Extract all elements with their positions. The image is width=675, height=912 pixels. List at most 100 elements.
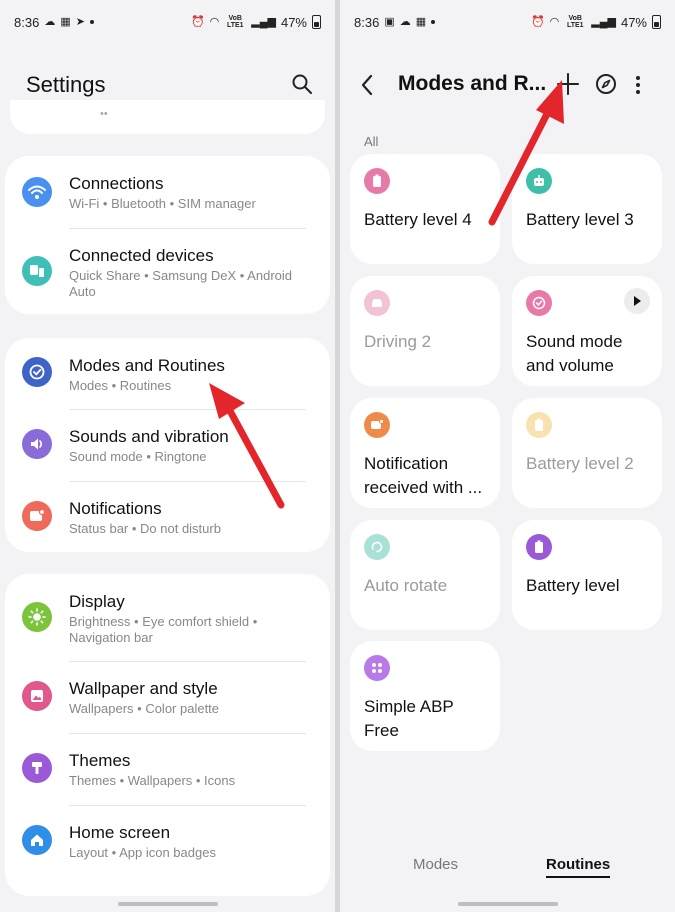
settings-item-subtitle: Status bar • Do not disturb xyxy=(69,521,221,536)
tab-routines[interactable]: Routines xyxy=(546,856,611,878)
section-label: All xyxy=(364,134,379,149)
settings-item-subtitle: Themes • Wallpapers • Icons xyxy=(69,773,236,788)
brush-icon xyxy=(22,753,52,783)
routine-tile-label: Notification received with ... xyxy=(364,454,483,497)
settings-item-title: Home screen xyxy=(69,823,171,842)
status-time: 8:36 xyxy=(354,14,380,30)
routine-tile-simple-abp-free[interactable]: Simple ABP Free xyxy=(350,641,500,751)
settings-item-title: Wallpaper and style xyxy=(69,679,218,698)
settings-item-subtitle: Sound mode • Ringtone xyxy=(69,449,207,464)
battery-percent: 47% xyxy=(280,14,307,30)
battery-percent: 47% xyxy=(620,14,647,30)
play-icon xyxy=(634,296,641,306)
settings-item-title: Modes and Routines xyxy=(69,356,225,375)
navigation-handle[interactable] xyxy=(117,902,218,906)
routine-tile-label: Driving 2 xyxy=(364,332,432,351)
battery-status-icon xyxy=(652,15,661,29)
routine-tile-sound-mode-and-volume[interactable]: Sound mode and volume xyxy=(512,276,662,386)
settings-item-display[interactable]: Display Brightness • Eye comfort shield … xyxy=(5,574,330,661)
tab-modes[interactable]: Modes xyxy=(413,856,458,873)
settings-item-sounds-and-vibration[interactable]: Sounds and vibration Sound mode • Ringto… xyxy=(5,409,330,481)
routine-tile-label: Auto rotate xyxy=(364,576,448,595)
routine-tile-label: Simple ABP Free xyxy=(364,697,454,740)
settings-item-notifications[interactable]: Notifications Status bar • Do not distur… xyxy=(5,481,330,553)
check-circle-icon xyxy=(22,357,52,387)
notification-icon xyxy=(22,501,52,531)
settings-item-title: Sounds and vibration xyxy=(69,427,229,446)
routine-tile-label: Sound mode and volume xyxy=(526,332,623,375)
page-title: Modes and R... xyxy=(398,72,547,95)
settings-item-title: Connected devices xyxy=(69,246,214,265)
routine-tile-notification-received[interactable]: Notification received with ... xyxy=(350,398,500,508)
alarm-icon: ⏰ xyxy=(190,15,205,28)
routine-tile-battery-level-3[interactable]: Battery level 3 xyxy=(512,154,662,264)
routine-tile-label: Battery level xyxy=(526,576,620,595)
signal-icon: ▂▄▆ xyxy=(591,15,616,28)
navigation-handle[interactable] xyxy=(457,902,558,906)
more-dot-icon xyxy=(636,90,640,94)
settings-group-connections: Connections Wi-Fi • Bluetooth • SIM mana… xyxy=(5,156,330,314)
modes-and-routines-screen: 8:36 ▣ ☁ ▦ ⏰ ◠ VoB LTE1 ▂▄▆ 47% Modes an… xyxy=(340,0,675,912)
sun-icon xyxy=(22,602,52,632)
previous-settings-card: •• xyxy=(10,100,325,134)
speaker-icon xyxy=(22,429,52,459)
page-title: Settings xyxy=(26,72,106,97)
settings-item-subtitle: Wallpapers • Color palette xyxy=(69,701,220,716)
network-label: VoB LTE1 xyxy=(226,15,244,29)
settings-group-display: Display Brightness • Eye comfort shield … xyxy=(5,574,330,896)
robot-icon xyxy=(526,168,552,194)
routine-tile-battery-level-4[interactable]: Battery level 4 xyxy=(350,154,500,264)
status-time: 8:36 xyxy=(14,14,40,30)
gallery-icon: ▣ xyxy=(384,15,395,28)
search-button[interactable] xyxy=(289,71,315,97)
image-icon xyxy=(22,681,52,711)
wifi-signal-icon: ◠ xyxy=(549,15,560,28)
routine-tile-auto-rotate[interactable]: Auto rotate xyxy=(350,520,500,630)
settings-item-modes-and-routines[interactable]: Modes and Routines Modes • Routines xyxy=(5,338,330,410)
settings-item-title: Notifications xyxy=(69,499,162,518)
alarm-icon: ⏰ xyxy=(530,15,545,28)
grid-icon xyxy=(364,655,390,681)
more-options-button[interactable] xyxy=(631,72,645,98)
cloud-icon: ☁ xyxy=(44,15,56,28)
calendar-icon: ▦ xyxy=(415,15,427,28)
plus-icon xyxy=(557,73,579,95)
car-icon xyxy=(364,290,390,316)
add-routine-button[interactable] xyxy=(555,71,581,97)
routine-tile-label: Battery level 4 xyxy=(364,210,472,229)
run-routine-button[interactable] xyxy=(624,288,650,314)
settings-item-subtitle: Brightness • Eye comfort shield • Naviga… xyxy=(69,614,258,645)
back-button[interactable] xyxy=(360,72,382,98)
settings-item-connections[interactable]: Connections Wi-Fi • Bluetooth • SIM mana… xyxy=(5,156,330,228)
telegram-icon: ➤ xyxy=(75,15,85,28)
home-icon xyxy=(22,825,52,855)
compass-icon xyxy=(596,74,616,94)
wifi-signal-icon: ◠ xyxy=(209,15,220,28)
settings-group-modes: Modes and Routines Modes • Routines Soun… xyxy=(5,338,330,552)
routine-tile-label: Battery level 2 xyxy=(526,454,634,473)
battery-icon xyxy=(364,168,390,194)
routine-tile-driving-2[interactable]: Driving 2 xyxy=(350,276,500,386)
battery-status-icon xyxy=(312,15,321,29)
network-label: VoB LTE1 xyxy=(566,15,584,29)
message-icon xyxy=(364,412,390,438)
settings-item-connected-devices[interactable]: Connected devices Quick Share • Samsung … xyxy=(5,228,330,314)
devices-icon xyxy=(22,256,52,286)
settings-item-title: Themes xyxy=(69,751,131,770)
settings-item-subtitle: Layout • App icon badges xyxy=(69,845,216,860)
rotate-icon xyxy=(364,534,390,560)
search-icon xyxy=(292,74,312,94)
calendar-icon: ▦ xyxy=(60,15,71,28)
routine-tile-battery-level[interactable]: Battery level xyxy=(512,520,662,630)
battery-icon xyxy=(526,534,552,560)
more-dot-icon xyxy=(636,76,640,80)
settings-item-wallpaper-and-style[interactable]: Wallpaper and style Wallpapers • Color p… xyxy=(5,661,330,733)
settings-item-home-screen[interactable]: Home screen Layout • App icon badges xyxy=(5,805,330,877)
settings-item-themes[interactable]: Themes Themes • Wallpapers • Icons xyxy=(5,733,330,805)
settings-screen: 8:36 ☁ ▦ ➤ ⏰ ◠ VoB LTE1 ▂▄▆ 47% Settings… xyxy=(0,0,335,912)
discover-button[interactable] xyxy=(594,72,618,96)
cloud-icon: ☁ xyxy=(399,15,411,28)
check-circle-icon xyxy=(526,290,552,316)
routine-tile-battery-level-2[interactable]: Battery level 2 xyxy=(512,398,662,508)
chevron-left-icon xyxy=(361,74,373,96)
